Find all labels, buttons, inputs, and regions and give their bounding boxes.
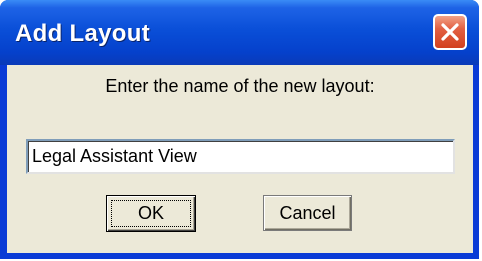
dialog-body: Enter the name of the new layout: OK Can… [7, 65, 473, 253]
title-bar[interactable]: Add Layout [0, 0, 479, 65]
close-icon [441, 23, 459, 41]
ok-button[interactable]: OK [106, 195, 196, 232]
dialog-title: Add Layout [15, 20, 150, 47]
layout-name-input[interactable] [28, 141, 453, 172]
cancel-button[interactable]: Cancel [263, 195, 352, 231]
prompt-label: Enter the name of the new layout: [105, 76, 375, 96]
layout-name-field[interactable] [26, 139, 455, 174]
close-button[interactable] [433, 14, 467, 50]
add-layout-dialog: Add Layout Enter the name of the new lay… [0, 0, 479, 259]
